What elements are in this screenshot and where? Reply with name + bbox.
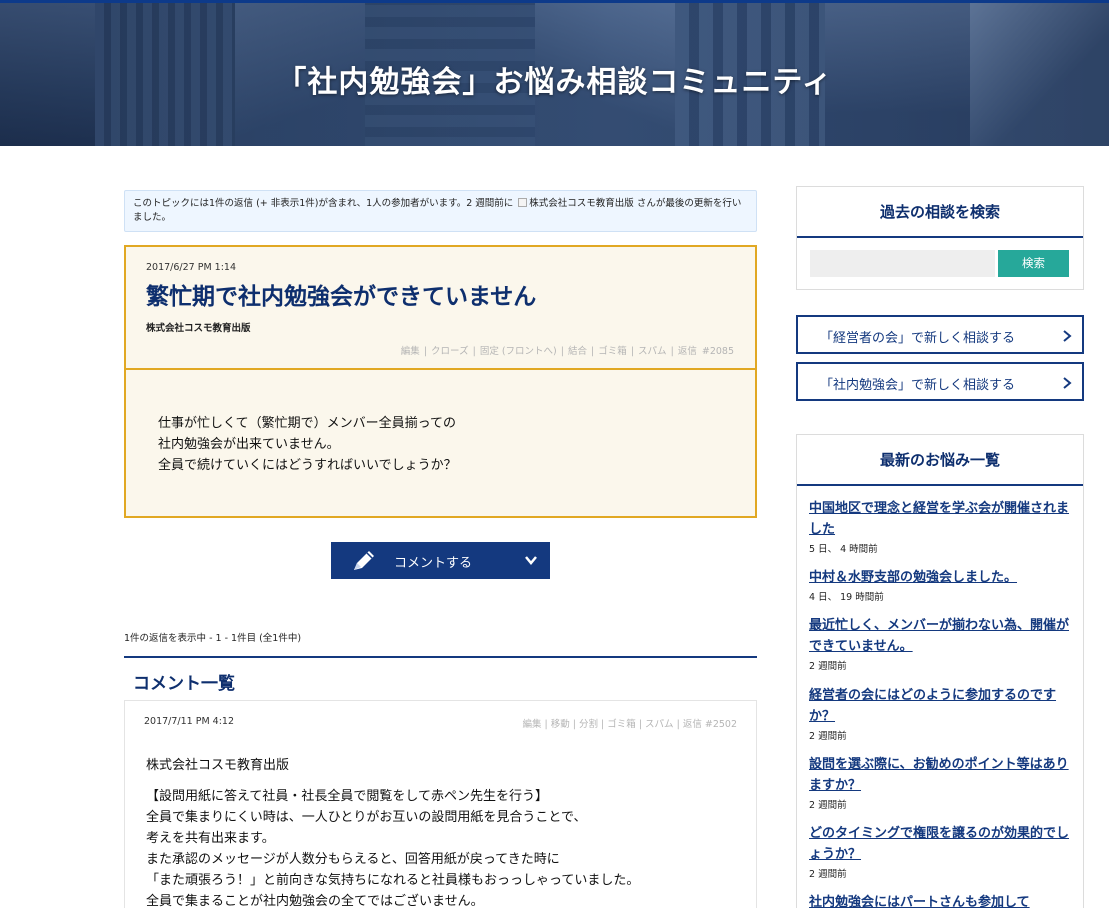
comment-split-link[interactable]: 分割 <box>579 719 598 730</box>
topic-info-user-link[interactable]: 株式会社コスモ教育出版 <box>529 198 634 209</box>
topic-body-line: 社内勉強会が出来ていません。 <box>158 437 340 452</box>
list-item: 中村＆水野支部の勉強会しました。 4 日、 19 時間前 <box>809 567 1071 603</box>
comment-line: 【設問用紙に答えて社員・社長全員で閲覧をして赤ペン先生を行う】 <box>146 789 548 804</box>
topic-info-text: このトピックには1件の返信 (+ 非表示1件)が含まれ、1人の参加者がいます。2… <box>133 198 514 209</box>
comment-move-link[interactable]: 移動 <box>551 719 570 730</box>
list-item: 中国地区で理念と経営を学ぶ会が開催されました 5 日、 4 時間前 <box>809 498 1071 555</box>
search-button[interactable]: 検索 <box>998 250 1069 277</box>
list-item: どのタイミングで権限を譲るのが効果的でしょうか？ 2 週間前 <box>809 823 1071 880</box>
new-consult-study-link[interactable]: 「社内勉強会」で新しく相談する <box>796 362 1084 401</box>
latest-topic-link[interactable]: どのタイミングで権限を譲るのが効果的でしょうか？ <box>809 823 1071 865</box>
topic-stick-link[interactable]: 固定 (フロントへ) <box>480 346 557 357</box>
topic-admin-links: 編集 | クローズ | 固定 (フロントへ) | 結合 | ゴミ箱 | スパム … <box>400 346 734 357</box>
comment-date: 2017/7/11 PM 4:12 <box>144 716 235 727</box>
latest-topic-link[interactable]: 経営者の会にはどのように参加するのですか？ <box>809 685 1071 727</box>
site-title[interactable]: 「社内勉強会」お悩み相談コミュニティ <box>0 57 1109 101</box>
topic-body-line: 全員で続けていくにはどうすればいいでしょうか？ <box>158 458 457 473</box>
topic-close-link[interactable]: クローズ <box>431 346 469 357</box>
chevron-down-icon <box>525 556 537 565</box>
sidebar-search-title: 過去の相談を検索 <box>797 187 1083 238</box>
pen-icon <box>354 551 374 570</box>
topic-title: 繁忙期で社内勉強会ができていません <box>146 283 537 310</box>
topic-edit-link[interactable]: 編集 <box>401 346 420 357</box>
comment-line: 全員で集まることが社内勉強会の全てではございません。 <box>146 894 484 908</box>
latest-topic-time: 4 日、 19 時間前 <box>809 592 884 603</box>
list-item: 社内勉強会にはパートさんも参加して <box>809 892 1071 908</box>
comment-trash-link[interactable]: ゴミ箱 <box>607 719 636 730</box>
latest-topic-time: 2 週間前 <box>809 731 847 742</box>
comment-list: コメント一覧 2017/7/11 PM 4:12 編集 | 移動 | 分割 | … <box>124 656 757 908</box>
latest-topic-link[interactable]: 最近忙しく、メンバーが揃わない為、開催ができていません。 <box>809 615 1071 657</box>
topic-trash-link[interactable]: ゴミ箱 <box>598 346 627 357</box>
sidebar-latest-title: 最新のお悩み一覧 <box>797 435 1083 486</box>
latest-topic-time: 2 週間前 <box>809 869 847 880</box>
comment-edit-link[interactable]: 編集 <box>522 719 541 730</box>
new-consult-executives-label: 「経営者の会」で新しく相談する <box>820 331 1016 346</box>
latest-topic-time: 5 日、 4 時間前 <box>809 544 878 555</box>
topic-post: 2017/6/27 PM 1:14 繁忙期で社内勉強会ができていません 株式会社… <box>124 245 757 518</box>
comment-line: 「また頑張ろう！」と前向きな気持ちになれると社員様もおっっしゃっていました。 <box>146 873 640 888</box>
comment-button[interactable]: コメントする <box>331 542 550 579</box>
latest-topic-link[interactable]: 設問を選ぶ際に、お勧めのポイント等はありますか？ <box>809 754 1071 796</box>
latest-topic-time: 2 週間前 <box>809 661 847 672</box>
comment-post-id[interactable]: #2502 <box>705 719 737 730</box>
comment-line: また承認のメッセージが人数分もらえると、回答用紙が戻ってきた時に <box>146 852 560 867</box>
chevron-right-icon <box>1063 377 1072 389</box>
comment-spam-link[interactable]: スパム <box>645 719 674 730</box>
topic-author[interactable]: 株式会社コスモ教育出版 <box>146 320 251 334</box>
comment-line: 考えを共有出来ます。 <box>146 831 275 846</box>
new-consult-executives-link[interactable]: 「経営者の会」で新しく相談する <box>796 315 1084 354</box>
user-icon <box>518 198 528 207</box>
header-banner: 「社内勉強会」お悩み相談コミュニティ <box>0 0 1109 146</box>
topic-header: 2017/6/27 PM 1:14 繁忙期で社内勉強会ができていません 株式会社… <box>126 247 755 370</box>
list-item: 最近忙しく、メンバーが揃わない為、開催ができていません。 2 週間前 <box>809 615 1071 672</box>
latest-topic-link[interactable]: 社内勉強会にはパートさんも参加して <box>809 892 1071 908</box>
sidebar-search-widget: 過去の相談を検索 検索 <box>796 186 1084 290</box>
topic-reply-link[interactable]: 返信 <box>678 346 697 357</box>
comment-admin-links: 編集 | 移動 | 分割 | ゴミ箱 | スパム | 返信 #2502 <box>522 719 737 730</box>
comment-list-title: コメント一覧 <box>133 674 235 694</box>
latest-topic-link[interactable]: 中村＆水野支部の勉強会しました。 <box>809 567 1071 588</box>
comment-body: 【設問用紙に答えて社員・社長全員で閲覧をして赤ペン先生を行う】 全員で集まりにく… <box>146 786 639 908</box>
search-input[interactable] <box>810 250 995 277</box>
comment-reply-link[interactable]: 返信 <box>683 719 702 730</box>
comment-line: 全員で集まりにくい時は、一人ひとりがお互いの設問用紙を見合うことで、 <box>146 810 587 825</box>
list-item: 設問を選ぶ際に、お勧めのポイント等はありますか？ 2 週間前 <box>809 754 1071 811</box>
sidebar-latest-widget: 最新のお悩み一覧 中国地区で理念と経営を学ぶ会が開催されました 5 日、 4 時… <box>796 434 1084 908</box>
comment-button-label: コメントする <box>394 556 473 571</box>
reply-count: 1件の返信を表示中 - 1 - 1件目 (全1件中) <box>124 633 302 644</box>
latest-topic-link[interactable]: 中国地区で理念と経営を学ぶ会が開催されました <box>809 498 1071 540</box>
topic-body: 仕事が忙しくて（繁忙期で）メンバー全員揃っての 社内勉強会が出来ていません。 全… <box>158 413 457 476</box>
list-item: 経営者の会にはどのように参加するのですか？ 2 週間前 <box>809 685 1071 742</box>
topic-merge-link[interactable]: 結合 <box>568 346 587 357</box>
comment-author[interactable]: 株式会社コスモ教育出版 <box>146 754 289 773</box>
new-consult-study-label: 「社内勉強会」で新しく相談する <box>820 378 1016 393</box>
topic-info-notice: このトピックには1件の返信 (+ 非表示1件)が含まれ、1人の参加者がいます。2… <box>124 190 757 232</box>
latest-topic-time: 2 週間前 <box>809 800 847 811</box>
topic-date: 2017/6/27 PM 1:14 <box>146 262 237 273</box>
chevron-right-icon <box>1063 330 1072 342</box>
topic-spam-link[interactable]: スパム <box>638 346 667 357</box>
topic-post-id[interactable]: #2085 <box>702 346 734 357</box>
topic-body-line: 仕事が忙しくて（繁忙期で）メンバー全員揃っての <box>158 416 456 431</box>
